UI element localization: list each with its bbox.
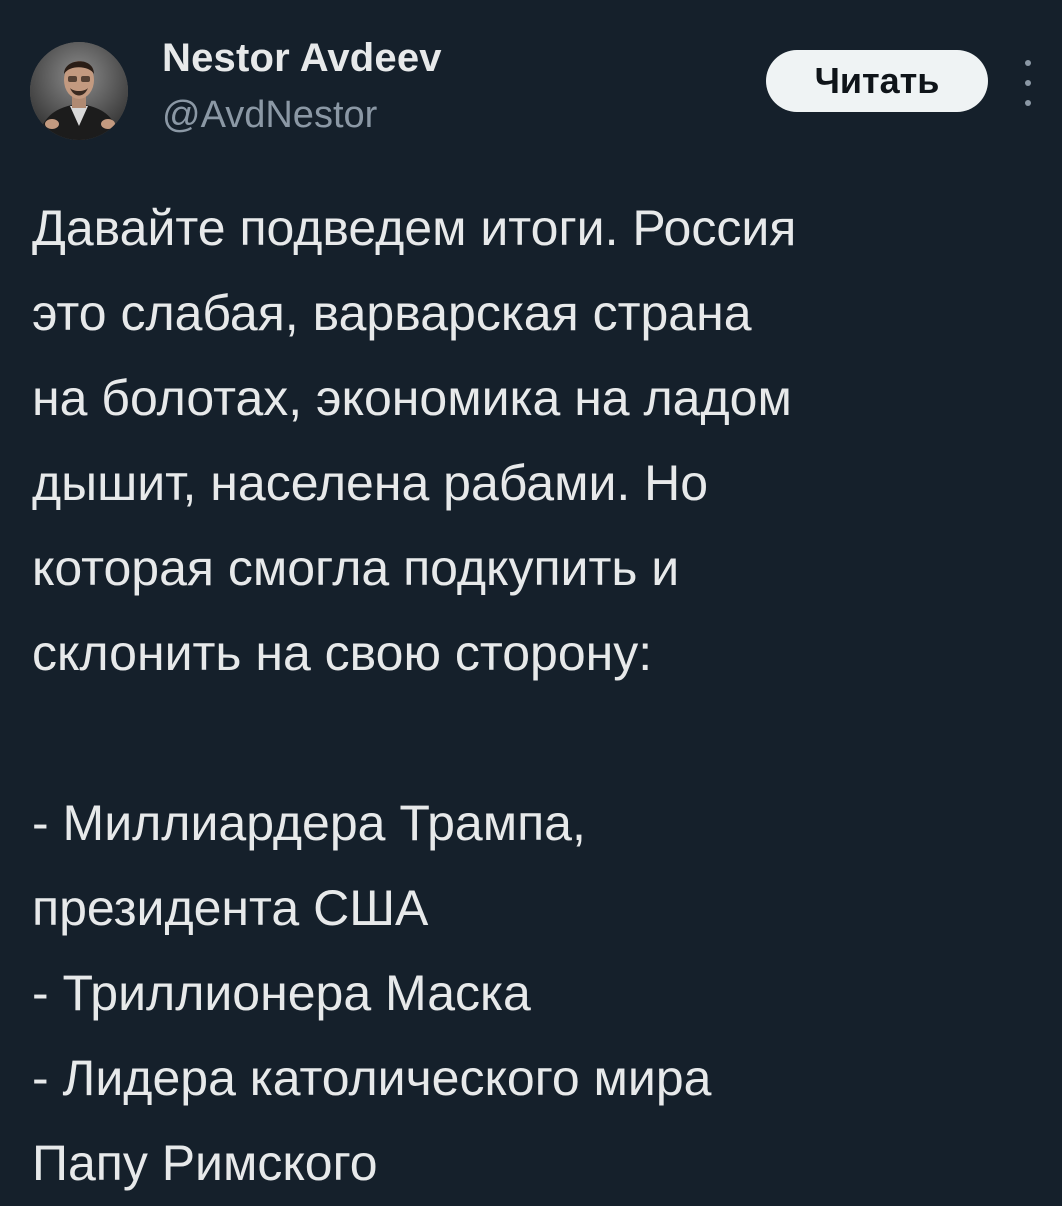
follow-button[interactable]: Читать	[766, 50, 988, 112]
more-vertical-icon[interactable]	[1016, 60, 1040, 106]
tweet-text-line: Папу Римского	[32, 1135, 378, 1191]
tweet-text-line: дышит, населена рабами. Но	[32, 455, 709, 511]
tweet-text-line: - Лидера католического мира	[32, 1050, 712, 1106]
user-avatar-icon	[30, 42, 128, 140]
tweet-text-line: которая смогла подкупить и	[32, 540, 680, 596]
tweet-text-line: Давайте подведем итоги. Россия	[32, 200, 797, 256]
tweet-text-line: - Миллиардера Трампа,	[32, 795, 586, 851]
tweet-text-line: на болотах, экономика на ладом	[32, 370, 792, 426]
tweet-text-line: это слабая, варварская страна	[32, 285, 752, 341]
dot	[1025, 80, 1031, 86]
tweet-card: Nestor Avdeev @AvdNestor Читать Давайте …	[0, 0, 1062, 1196]
dot	[1025, 60, 1031, 66]
avatar[interactable]	[30, 42, 128, 140]
user-handle[interactable]: @AvdNestor	[162, 94, 377, 137]
display-name[interactable]: Nestor Avdeev	[162, 36, 442, 81]
tweet-text: Давайте подведем итоги. Россия это слаба…	[32, 186, 1032, 1206]
tweet-text-line: президента США	[32, 880, 429, 936]
tweet-text-line: - Триллионера Маска	[32, 965, 531, 1021]
dot	[1025, 100, 1031, 106]
tweet-text-line: склонить на свою сторону:	[32, 625, 653, 681]
